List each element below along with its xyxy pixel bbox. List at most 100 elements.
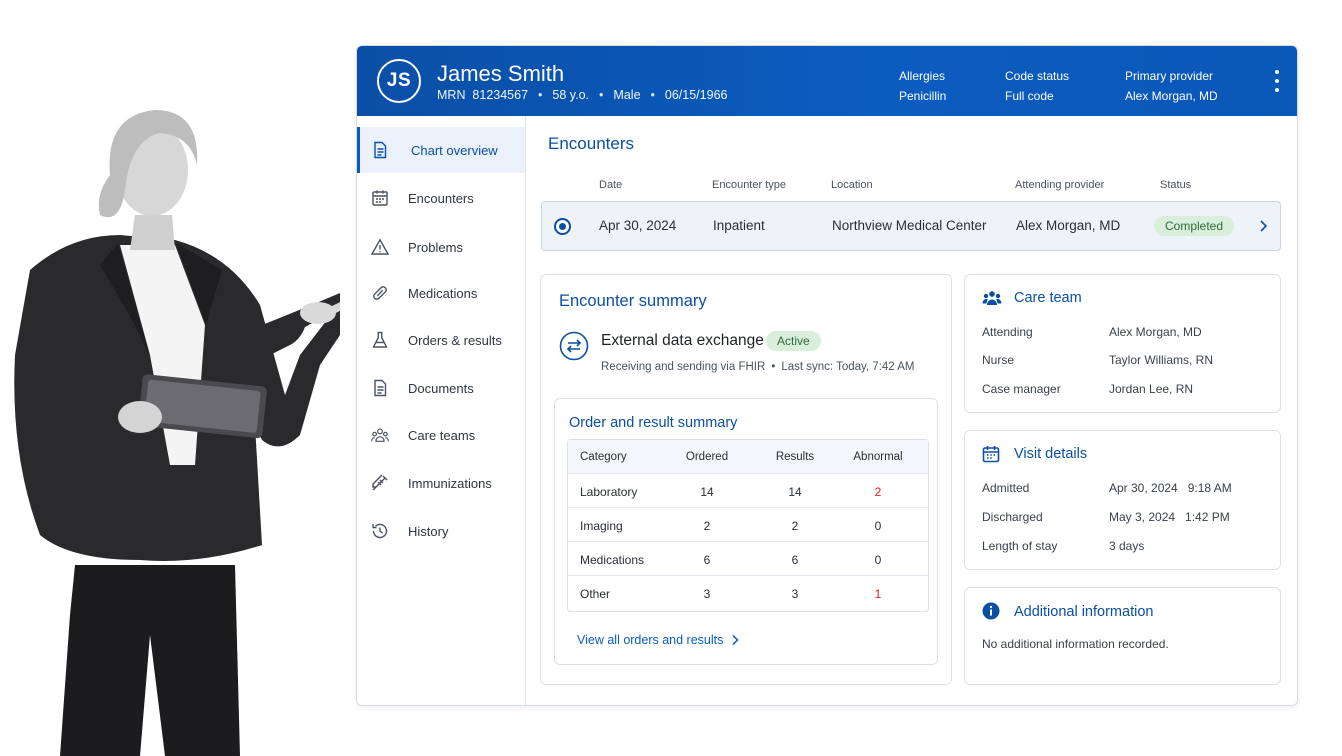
column-header-date: Date — [599, 179, 623, 191]
sidebar-item-label: Medications — [408, 285, 478, 301]
patient-mrn: MRN 81234567 — [437, 88, 529, 102]
row-abnormal: 1 — [874, 587, 882, 601]
patient-dob: 06/15/1966 — [664, 88, 728, 102]
patient-demographics: MRN 81234567 • 58 y.o. • Male • 06/15/19… — [437, 88, 727, 102]
sidebar-nav: Chart overview Encounters Problems Medic… — [357, 116, 526, 705]
presenter-illustration — [14, 110, 340, 756]
sidebar-item-label: Chart overview — [411, 142, 498, 158]
sidebar-item-chart-overview[interactable]: Chart overview — [357, 127, 525, 173]
data-exchange-icon — [559, 331, 589, 361]
document-icon — [374, 141, 387, 159]
encounter-radio[interactable] — [554, 218, 571, 235]
column-header-results: Results — [775, 451, 815, 463]
sidebar-item-label: History — [408, 523, 449, 539]
separator: • — [538, 88, 543, 102]
patient-header: JS James Smith MRN 81234567 • 58 y.o. • … — [357, 46, 1297, 116]
sidebar-item-label: Encounters — [408, 190, 474, 206]
row-abnormal: 2 — [874, 485, 882, 499]
nurse-value: Taylor Williams, RN — [1109, 353, 1214, 367]
case-manager-label: Case manager — [982, 382, 1061, 396]
row-ordered: 14 — [700, 485, 714, 499]
pill-icon — [373, 286, 387, 300]
row-results: 3 — [791, 587, 799, 601]
column-header-location: Location — [831, 179, 873, 191]
attending-value: Alex Morgan, MD — [1109, 325, 1202, 339]
sidebar-item-label: Immunizations — [408, 475, 492, 491]
ehr-app-window: JS James Smith MRN 81234567 • 58 y.o. • … — [356, 45, 1298, 706]
row-category: Other — [580, 587, 611, 601]
discharged-label: Discharged — [982, 510, 1043, 524]
row-abnormal: 0 — [874, 553, 882, 567]
admitted-label: Admitted — [982, 481, 1030, 495]
column-header-category: Category — [580, 451, 627, 463]
encounter-row[interactable]: Apr 30, 2024 Inpatient Northview Medical… — [541, 201, 1281, 251]
more-options-icon[interactable] — [1273, 70, 1281, 92]
flask-icon — [372, 331, 388, 348]
encounter-provider: Alex Morgan, MD — [1016, 218, 1121, 233]
encounter-location: Northview Medical Center — [832, 218, 987, 233]
length-of-stay-value: 3 days — [1109, 539, 1145, 553]
visit-details-card: Visit details Admitted Apr 30, 2024 9:18… — [964, 430, 1281, 570]
additional-information-card: Additional information No additional inf… — [964, 587, 1281, 685]
view-all-orders-link[interactable]: View all orders and results — [577, 633, 739, 647]
code-status-value: Full code — [1005, 89, 1054, 103]
row-ordered: 6 — [703, 553, 711, 567]
team-icon — [982, 291, 1002, 305]
patient-age: 58 y.o. — [552, 88, 590, 102]
allergies-value: Penicillin — [899, 89, 947, 103]
chevron-right-icon — [732, 634, 739, 646]
patient-sex: Male — [613, 88, 641, 102]
column-header-provider: Attending provider — [1015, 179, 1105, 191]
row-category: Imaging — [580, 519, 623, 533]
allergies-label: Allergies — [899, 69, 946, 83]
row-ordered: 2 — [703, 519, 711, 533]
additional-information-text: No additional information recorded. — [982, 637, 1169, 651]
row-category: Laboratory — [580, 485, 638, 499]
sidebar-item-label: Problems — [408, 239, 463, 255]
column-header-status: Status — [1160, 179, 1192, 191]
separator: • — [599, 88, 604, 102]
sidebar-item-immunizations[interactable]: Immunizations — [357, 460, 525, 506]
visit-details-title: Visit details — [1014, 446, 1088, 462]
sidebar-item-orders-results[interactable]: Orders & results — [357, 317, 525, 363]
patient-avatar: JS — [377, 59, 421, 103]
sidebar-item-encounters[interactable]: Encounters — [357, 175, 525, 221]
sidebar-item-care-teams[interactable]: Care teams — [357, 412, 525, 458]
row-results: 14 — [788, 485, 802, 499]
patient-name: James Smith — [437, 61, 565, 86]
chevron-right-icon[interactable] — [1258, 218, 1268, 234]
status-badge: Active — [766, 331, 821, 351]
order-result-summary-title: Order and result summary — [569, 415, 738, 431]
attending-label: Attending — [982, 325, 1033, 339]
sidebar-item-documents[interactable]: Documents — [357, 365, 525, 411]
column-header-type: Encounter type — [712, 179, 786, 191]
sidebar-item-medications[interactable]: Medications — [357, 270, 525, 316]
additional-information-title: Additional information — [1014, 604, 1154, 620]
table-row: Laboratory 14 14 2 — [568, 473, 928, 507]
syringe-icon — [372, 474, 388, 491]
primary-provider-value: Alex Morgan, MD — [1125, 89, 1218, 103]
info-icon — [982, 602, 1000, 620]
table-header-row: Category Ordered Results Abnormal — [568, 440, 928, 473]
encounter-type: Inpatient — [713, 218, 765, 233]
sidebar-item-label: Orders & results — [408, 332, 502, 348]
encounter-date: Apr 30, 2024 — [599, 218, 677, 233]
warning-icon — [371, 238, 389, 255]
encounter-summary-title: Encounter summary — [559, 292, 707, 310]
exchange-description: Receiving and sending via FHIR — [601, 361, 766, 373]
care-team-title: Care team — [1014, 290, 1082, 306]
admitted-value: Apr 30, 2024 9:18 AM — [1109, 481, 1232, 495]
table-row: Other 3 3 1 — [568, 575, 928, 609]
allergies-field: Allergies Penicillin — [899, 66, 946, 106]
table-row: Medications 6 6 0 — [568, 541, 928, 575]
column-header-ordered: Ordered — [685, 451, 729, 463]
encounters-title: Encounters — [548, 134, 634, 153]
sidebar-item-history[interactable]: History — [357, 508, 525, 554]
sidebar-item-problems[interactable]: Problems — [357, 224, 525, 270]
team-icon — [371, 428, 389, 442]
row-category: Medications — [580, 553, 645, 567]
row-results: 2 — [791, 519, 799, 533]
case-manager-value: Jordan Lee, RN — [1109, 382, 1194, 396]
encounter-summary-card: Encounter summary External data exchange… — [540, 274, 952, 685]
separator: • — [650, 88, 655, 102]
